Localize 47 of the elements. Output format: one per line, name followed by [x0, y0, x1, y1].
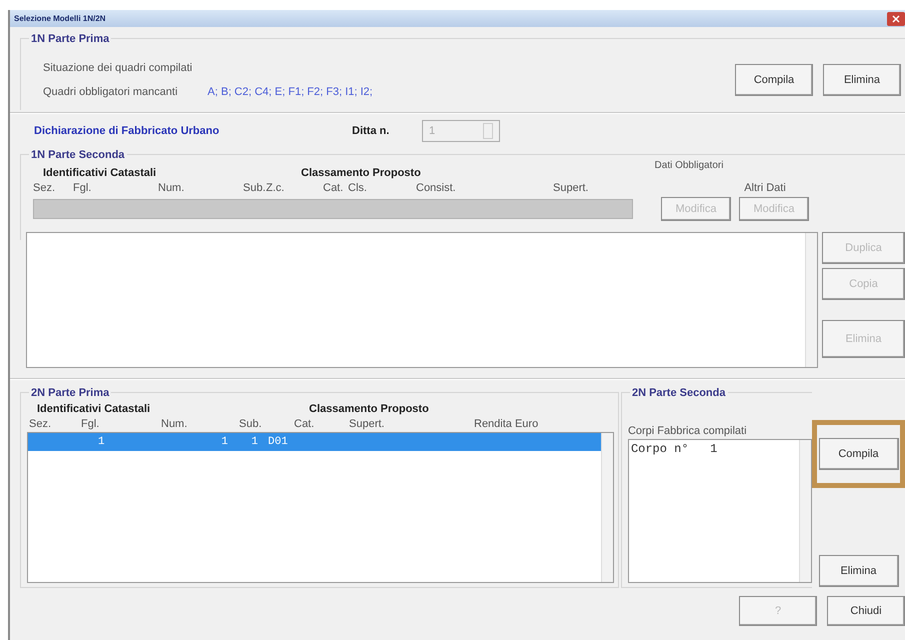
table-cell-text: D01 [267, 434, 289, 450]
column-header: Sez. [33, 181, 56, 196]
column-group-header: Identificativi Catastali [42, 166, 158, 180]
column-header: Num. [158, 181, 186, 196]
column-header: Sub. [239, 417, 263, 432]
column-header: Num. [161, 417, 188, 432]
column-header: Supert. [553, 181, 590, 196]
column-group-header: Classamento Proposto [301, 166, 421, 180]
column-header: Altri Dati [743, 181, 787, 195]
column-header: Sub. [243, 181, 266, 196]
list-label: Corpi Fabbrica compilati [628, 424, 748, 439]
column-group-header: Classamento Proposto [309, 402, 429, 416]
scrollbar[interactable] [600, 433, 613, 582]
column-header: Dati Obbligatori [654, 159, 724, 173]
column-header: Sez. [29, 417, 52, 432]
column-header: Cat. [323, 181, 344, 196]
table-cell-text: 1 [220, 434, 228, 450]
column-header: Fgl. [73, 181, 92, 196]
declaration-title: Dichiarazione di Fabbricato Urbano [34, 124, 220, 139]
button[interactable]: Elimina [818, 555, 898, 587]
close-icon [892, 14, 900, 22]
list-box[interactable] [26, 232, 818, 368]
column-header: Z.c. [266, 181, 286, 196]
column-header: Rendita Euro [474, 417, 540, 432]
column-group-header: Identificativi Catastali [36, 402, 152, 416]
table-cell-text: 1 [98, 434, 106, 450]
column-header: Fgl. [81, 417, 100, 432]
status-label: Situazione dei quadri compilati [43, 61, 194, 76]
button[interactable]: Compila [735, 64, 813, 96]
window-title: Selezione Modelli 1N/2N [14, 12, 106, 24]
table-row[interactable]: 1 1 1 D01 [28, 433, 601, 451]
list-item[interactable]: Corpo n° 1 [630, 440, 799, 458]
scrollbar[interactable] [805, 233, 817, 367]
button[interactable]: Elimina [823, 64, 901, 96]
button[interactable]: Compila [818, 438, 898, 470]
close-button[interactable] [887, 12, 905, 26]
corpi-list[interactable]: Corpo n° 1 [628, 439, 812, 583]
missing-label: Quadri obbligatori mancanti [43, 84, 178, 100]
table-cell-text: 1 [250, 434, 258, 450]
scrollbar[interactable] [799, 440, 811, 582]
button[interactable]: Chiudi [827, 596, 905, 626]
ditta-label: Ditta n. [352, 124, 390, 139]
column-header: Cat. [294, 417, 316, 432]
missing-quadri: A; B; C2; C4; E; F1; F2; F3; I1; I2; [208, 84, 373, 100]
column-header: Cls. [348, 181, 368, 196]
column-header: Supert. [349, 417, 386, 432]
column-header: Consist. [416, 181, 457, 196]
